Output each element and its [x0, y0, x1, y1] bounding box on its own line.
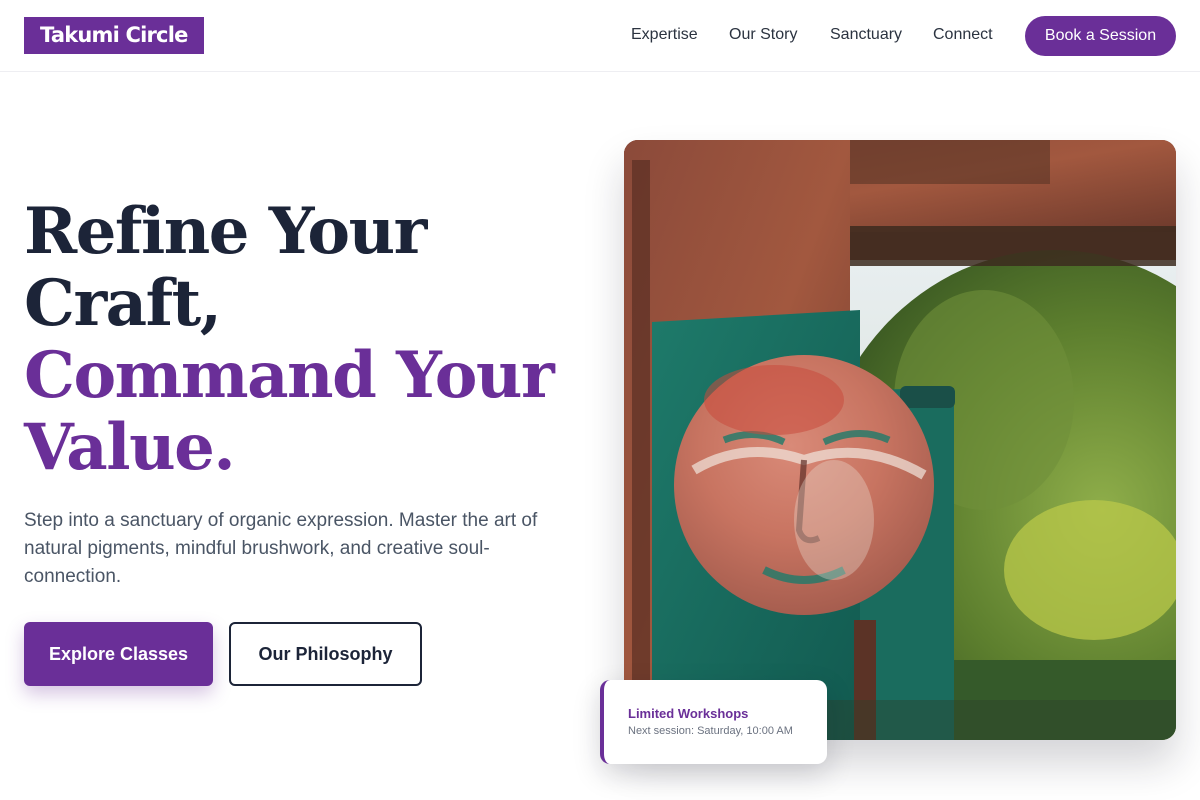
nav-link-our-story[interactable]: Our Story	[729, 25, 797, 45]
hero-headline: Refine Your Craft, Command Your Value.	[24, 196, 584, 484]
headline-line-1: Refine Your	[24, 194, 427, 269]
workshop-card-title: Limited Workshops	[628, 706, 749, 721]
nav-link-expertise[interactable]: Expertise	[631, 25, 698, 45]
painted-face-artwork-icon	[624, 140, 1176, 740]
book-session-button[interactable]: Book a Session	[1025, 16, 1176, 56]
workshop-card-subtitle: Next session: Saturday, 10:00 AM	[628, 725, 793, 737]
brand-logo[interactable]: Takumi Circle	[24, 17, 204, 54]
headline-line-3: Command Your	[24, 338, 555, 413]
headline-line-4: Value.	[24, 410, 236, 485]
nav-link-sanctuary[interactable]: Sanctuary	[830, 25, 902, 45]
workshop-card[interactable]: Limited Workshops Next session: Saturday…	[600, 680, 827, 764]
headline-line-2: Craft,	[24, 266, 222, 341]
nav-link-connect[interactable]: Connect	[933, 25, 993, 45]
hero-artwork-image	[624, 140, 1176, 740]
hero-subtext: Step into a sanctuary of organic express…	[24, 510, 538, 587]
explore-classes-button[interactable]: Explore Classes	[24, 622, 213, 686]
our-philosophy-button[interactable]: Our Philosophy	[229, 622, 422, 686]
site-header: Takumi Circle Expertise Our Story Sanctu…	[0, 0, 1200, 72]
